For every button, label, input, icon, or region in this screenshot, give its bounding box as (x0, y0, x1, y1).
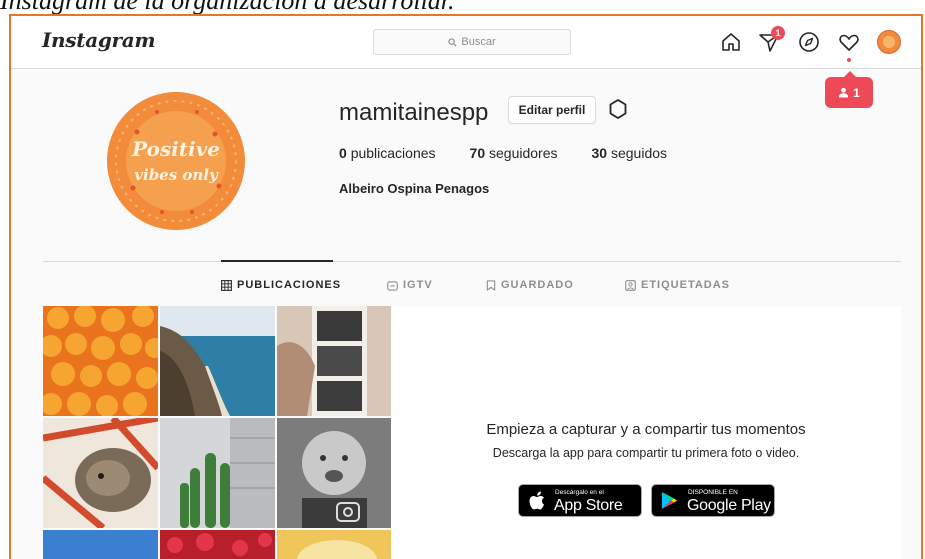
photo-baby[interactable] (277, 418, 392, 528)
search-placeholder: Buscar (461, 36, 496, 48)
google-play-small-text: DISPONIBLE EN (688, 489, 738, 496)
tabs-divider (43, 261, 901, 262)
tab-label: GUARDADO (501, 279, 574, 291)
direct-messages-badge: 1 (771, 26, 785, 40)
photo-photobooth[interactable] (277, 306, 392, 416)
followers-count: 70 (469, 145, 486, 161)
tab-guardado[interactable]: GUARDADO (486, 278, 574, 292)
get-app-promo: Empieza a capturar y a compartir tus mom… (391, 306, 901, 559)
photo-cactus[interactable] (160, 418, 275, 528)
explore-compass-icon[interactable] (797, 30, 821, 54)
promo-title: Empieza a capturar y a compartir tus mom… (486, 421, 806, 438)
posts-count: 0 (339, 145, 347, 161)
profile-username: mamitainespp (339, 99, 489, 126)
google-play-icon (662, 492, 677, 509)
activity-heart-icon[interactable] (837, 30, 861, 54)
tag-icon (625, 279, 636, 291)
instagram-logo[interactable]: Instagram (42, 28, 156, 52)
tab-etiquetadas[interactable]: ETIQUETADAS (625, 278, 730, 292)
posts-stat: 0 publicaciones (339, 145, 436, 161)
app-store-button[interactable]: Descárgalo en el App Store (518, 484, 642, 517)
promo-subtitle: Descarga la app para compartir tu primer… (492, 446, 800, 460)
profile-full-name: Albeiro Ospina Penagos (339, 181, 490, 196)
tab-label: IGTV (403, 279, 433, 291)
bookmark-icon (486, 279, 496, 291)
person-icon (839, 87, 849, 98)
grid-icon (221, 279, 232, 291)
positive-vibes-artwork: Positive vibes only (107, 92, 245, 230)
apple-icon (529, 491, 544, 510)
tab-igtv[interactable]: IGTV (387, 278, 433, 292)
profile-avatar-icon[interactable] (877, 30, 901, 54)
following-count: 30 (591, 145, 608, 161)
home-icon[interactable] (719, 30, 743, 54)
artwork-text-positive: Positive (131, 137, 220, 161)
photo-grid (43, 306, 392, 559)
following-stat[interactable]: 30 seguidos (592, 145, 668, 161)
photo-dog[interactable] (43, 418, 158, 528)
new-follower-notification-tooltip[interactable]: 1 (825, 71, 873, 108)
profile-picture[interactable]: Positive vibes only (107, 92, 245, 230)
followers-label: seguidores (489, 145, 558, 161)
active-tab-indicator (221, 260, 333, 262)
posts-label: publicaciones (350, 145, 436, 161)
igtv-icon (387, 280, 398, 291)
tab-publicaciones[interactable]: PUBLICACIONES (221, 278, 341, 292)
followers-stat[interactable]: 70 seguidores (470, 145, 558, 161)
search-icon (448, 37, 457, 47)
app-store-small-text: Descárgalo en el (555, 489, 604, 496)
browser-frame: Instagram Buscar 1 1 Positive vibes only… (9, 14, 923, 559)
edit-profile-button[interactable]: Editar perfil (508, 96, 596, 124)
search-input[interactable]: Buscar (373, 29, 571, 55)
photo-oranges[interactable] (43, 306, 158, 416)
google-play-button[interactable]: DISPONIBLE EN Google Play (651, 484, 775, 517)
artwork-text-vibes: vibes only (134, 166, 219, 184)
photo-coast[interactable] (160, 306, 275, 416)
google-play-big-text: Google Play (687, 497, 771, 514)
settings-gear-icon[interactable] (607, 98, 629, 120)
tab-label: PUBLICACIONES (237, 279, 342, 291)
tab-label: ETIQUETADAS (641, 279, 731, 291)
top-navigation-bar: Instagram Buscar 1 (11, 16, 921, 69)
activity-indicator-dot (847, 58, 851, 62)
following-label: seguidos (610, 145, 668, 161)
profile-stats: 0 publicaciones 70 seguidores 30 seguido… (339, 145, 667, 161)
notification-count: 1 (853, 85, 860, 100)
app-store-big-text: App Store (554, 497, 623, 514)
